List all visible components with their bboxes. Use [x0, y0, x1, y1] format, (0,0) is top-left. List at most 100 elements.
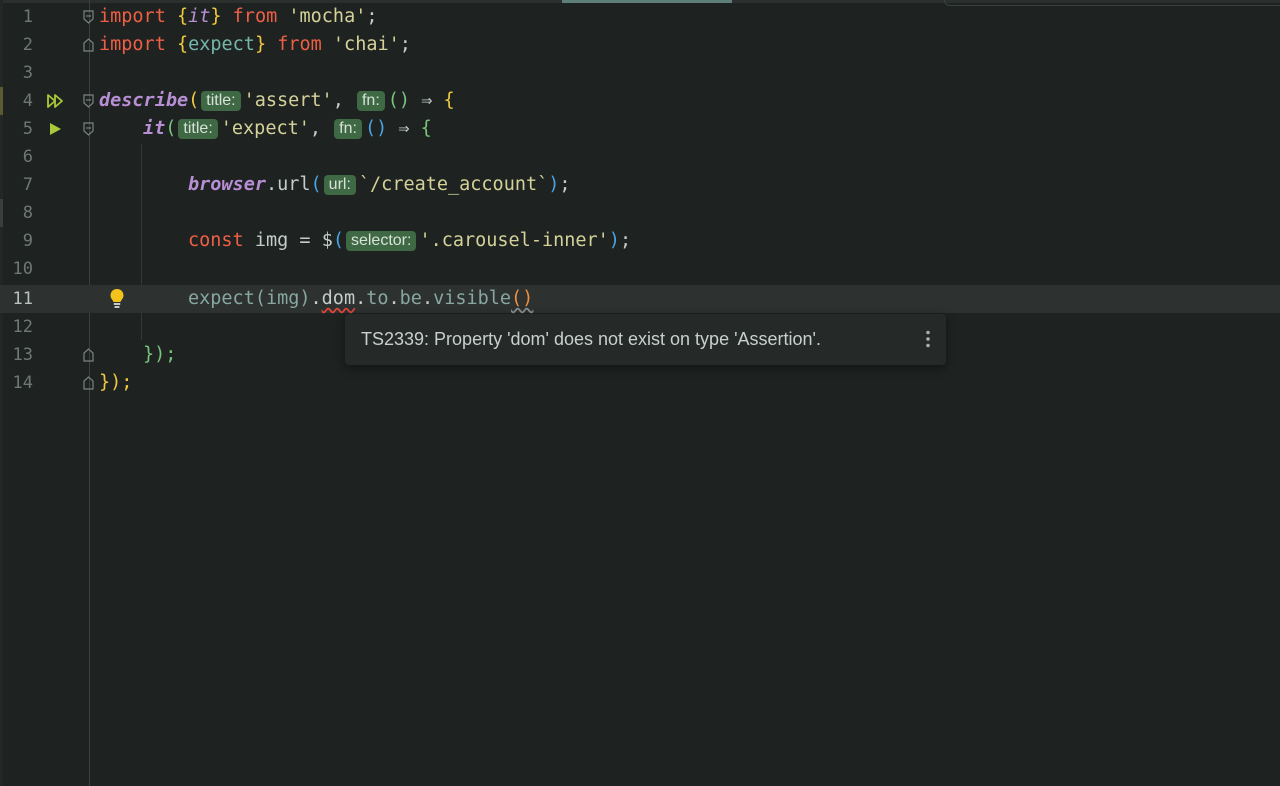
code-text[interactable]: it(title:'expect', fn:() ⇒ { — [143, 115, 432, 143]
token-paren: ( — [310, 174, 322, 195]
more-vertical-icon[interactable] — [920, 329, 936, 349]
token-string: '.carousel-inner' — [419, 230, 609, 251]
code-line-11[interactable]: 11 expect(img).dom.to.be.visible() — [0, 285, 1280, 313]
code-text[interactable]: }); — [143, 341, 176, 369]
token-function: $ — [321, 230, 333, 251]
code-line-14[interactable]: 14 }); — [0, 369, 1280, 397]
token-brace: }); — [99, 372, 133, 393]
code-text[interactable]: describe(title:'assert', fn:() ⇒ { — [99, 87, 455, 115]
code-line-3[interactable]: 3 — [0, 59, 1280, 87]
code-line-4[interactable]: 4 describe(title:'assert', fn:() ⇒ { — [0, 87, 1280, 115]
token-brace: } — [210, 6, 222, 27]
token-paren: () — [387, 90, 411, 111]
token-paren: ( — [188, 90, 200, 111]
inlay-hint-url: url: — [323, 175, 356, 195]
token-arrow: ⇒ — [398, 118, 410, 139]
token-function: describe — [99, 90, 189, 111]
run-all-tests-icon[interactable] — [47, 94, 63, 108]
token-keyword: import — [99, 34, 166, 55]
token-punct: , — [332, 90, 344, 111]
code-text[interactable]: const img = $(selector: '.carousel-inner'… — [188, 227, 631, 255]
fold-end-icon[interactable] — [83, 376, 94, 390]
token-punct: ; — [559, 174, 571, 195]
token-brace: { — [176, 6, 189, 27]
lightbulb-icon[interactable] — [109, 288, 125, 310]
line-number: 7 — [22, 175, 33, 195]
token-property: visible — [433, 288, 512, 309]
code-line-6[interactable]: 6 — [0, 143, 1280, 171]
code-text[interactable]: }); — [99, 369, 132, 397]
line-number: 10 — [12, 259, 33, 279]
token-string: 'assert' — [243, 90, 333, 111]
fold-end-icon[interactable] — [83, 348, 94, 362]
code-text[interactable]: expect(img).dom.to.be.visible() — [188, 285, 533, 313]
line-number: 8 — [22, 203, 33, 223]
code-line-1[interactable]: 1 import {it} from 'mocha'; — [0, 3, 1280, 31]
token-keyword: import — [99, 6, 166, 27]
fold-icon[interactable] — [83, 94, 94, 108]
line-number: 1 — [22, 7, 33, 27]
token-function: expect — [188, 288, 255, 309]
fold-icon[interactable] — [83, 122, 94, 136]
token-punct: ; — [366, 6, 378, 27]
token-property: be — [399, 288, 422, 309]
token-string: 'expect' — [220, 118, 310, 139]
inlay-hint-selector: selector: — [345, 231, 417, 251]
line-number: 12 — [12, 317, 33, 337]
inlay-hint-fn: fn: — [334, 119, 362, 139]
line-number: 9 — [22, 231, 33, 251]
line-number: 2 — [22, 35, 33, 55]
code-text[interactable]: import {expect} from 'chai'; — [99, 31, 411, 59]
token-paren: () — [364, 118, 388, 139]
fold-end-icon[interactable] — [83, 38, 94, 52]
code-text[interactable]: browser.url(url: `/create_account`); — [188, 171, 571, 199]
code-line-5[interactable]: 5 it(title:'expect', fn:() ⇒ { — [0, 115, 1280, 143]
code-editor[interactable]: 1 import {it} from 'mocha'; 2 import {ex… — [0, 0, 1280, 786]
token-function: it — [143, 118, 166, 139]
token-keyword: from — [232, 6, 278, 27]
line-number: 6 — [22, 147, 33, 167]
token-arrow: ⇒ — [421, 90, 433, 111]
token-punct: . — [310, 288, 322, 309]
run-test-icon[interactable] — [49, 122, 65, 136]
error-tooltip: TS2339: Property 'dom' does not exist on… — [345, 314, 946, 365]
line-number: 4 — [22, 91, 33, 111]
token-string: 'chai' — [332, 34, 400, 55]
inlay-hint-title: title: — [178, 119, 218, 139]
token-brace: } — [254, 34, 267, 55]
line-number: 11 — [12, 289, 33, 309]
token-paren: ( — [165, 118, 177, 139]
token-import-name: it — [188, 6, 211, 27]
inlay-hint-fn: fn: — [356, 91, 385, 111]
line-number: 13 — [12, 345, 33, 365]
token-error-property[interactable]: dom — [322, 288, 355, 309]
code-line-10[interactable]: 10 — [0, 255, 1280, 283]
token-punct: . — [388, 288, 400, 309]
inlay-hint-title: title: — [201, 91, 241, 111]
code-text[interactable]: import {it} from 'mocha'; — [99, 3, 377, 31]
token-keyword: from — [277, 34, 322, 55]
code-line-8[interactable]: 8 — [0, 199, 1280, 227]
code-line-2[interactable]: 2 import {expect} from 'chai'; — [0, 31, 1280, 59]
token-import-name: expect — [188, 34, 255, 55]
token-paren: ) — [299, 288, 311, 309]
token-paren: () — [511, 288, 534, 309]
code-line-9[interactable]: 9 const img = $(selector: '.carousel-inne… — [0, 227, 1280, 255]
token-string: `/create_account` — [358, 174, 549, 195]
token-brace: }); — [143, 344, 177, 365]
token-punct: . — [421, 288, 434, 309]
token-brace: { — [176, 34, 189, 55]
token-punct: ; — [619, 230, 632, 251]
token-paren: ( — [254, 288, 266, 309]
token-paren: ( — [332, 230, 344, 251]
token-keyword: const — [188, 230, 244, 251]
token-paren: ) — [608, 230, 620, 251]
token-property: to — [366, 288, 389, 309]
token-brace: { — [420, 118, 432, 139]
token-punct: . — [265, 174, 278, 195]
line-number: 3 — [22, 63, 33, 83]
error-message: TS2339: Property 'dom' does not exist on… — [361, 329, 821, 349]
token-brace: { — [443, 90, 455, 111]
code-line-7[interactable]: 7 browser.url(url: `/create_account`); — [0, 171, 1280, 199]
fold-icon[interactable] — [83, 10, 94, 24]
